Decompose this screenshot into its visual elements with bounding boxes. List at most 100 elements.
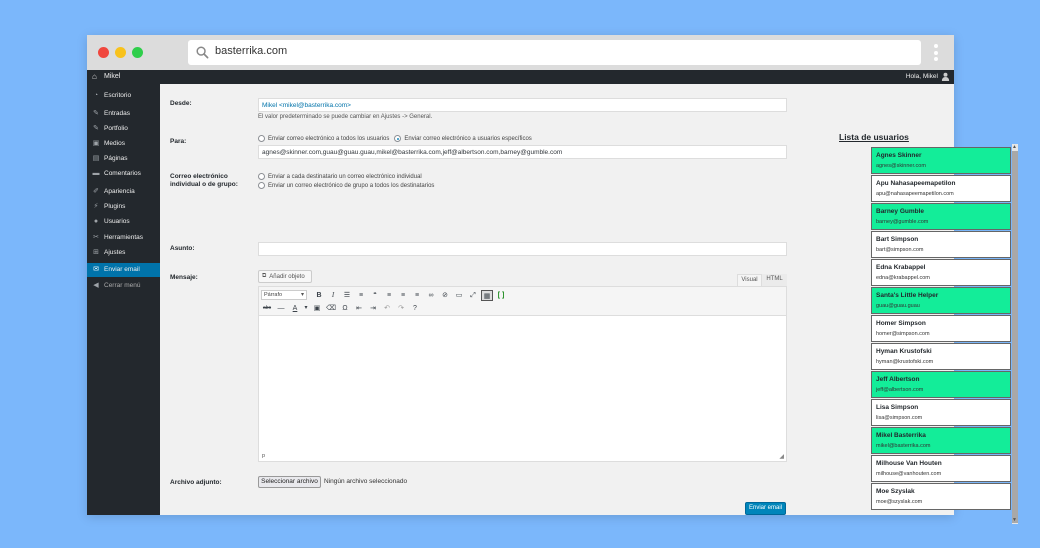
clear-format-icon[interactable]: ⌫ <box>325 303 337 314</box>
horizontal-line-icon[interactable]: — <box>275 303 287 314</box>
align-center-icon[interactable]: ≡ <box>397 290 409 301</box>
sidebar-item-paginas[interactable]: ▤ Páginas <box>87 152 160 166</box>
paste-text-icon[interactable]: ▣ <box>311 303 323 314</box>
user-card-hyman-krustofski[interactable]: Hyman Krustofski hyman@krustofski.com <box>871 343 1011 370</box>
user-card-bart-simpson[interactable]: Bart Simpson bart@simpson.com <box>871 231 1011 258</box>
user-card-moe-szyslak[interactable]: Moe Szyslak moe@szyslak.com <box>871 483 1011 510</box>
user-card-apu[interactable]: Apu Nahasapeemapetilon apu@nahasapeemape… <box>871 175 1011 202</box>
user-card-edna-krabappel[interactable]: Edna Krabappel edna@krabappel.com <box>871 259 1011 286</box>
message-editor[interactable]: Párrafo B I ☰ ≡ “ ≡ ≡ ≡ ∞ ⊘ ▭ ⤢ ▦ [ ] <box>258 286 787 462</box>
numbered-list-icon[interactable]: ≡ <box>355 290 367 301</box>
choose-file-button[interactable]: Seleccionar archivo <box>258 476 321 488</box>
greeting-link[interactable]: Hola, Mikel <box>906 73 938 80</box>
site-name-link[interactable]: Mikel <box>104 73 120 80</box>
user-list-scrollbar[interactable]: ▲ ▼ <box>1012 144 1018 524</box>
sidebar-item-enviar-email[interactable]: ✉ Enviar email <box>87 263 160 277</box>
bold-icon[interactable]: B <box>313 290 325 301</box>
sidebar-collapse-menu[interactable]: ◀ Cerrar menú <box>87 279 160 293</box>
undo-icon[interactable]: ↶ <box>381 303 393 314</box>
sidebar-item-entradas[interactable]: ✎ Entradas <box>87 107 160 121</box>
scroll-down-icon[interactable]: ▼ <box>1012 517 1017 523</box>
from-field[interactable]: Mikel <mikel@basterrika.com> <box>258 98 787 112</box>
help-icon[interactable]: ? <box>409 303 421 314</box>
user-card-milhouse-van-houten[interactable]: Milhouse Van Houten milhouse@vanhouten.c… <box>871 455 1011 482</box>
add-media-button[interactable]: ⧉ Añadir objeto <box>258 270 312 283</box>
home-icon[interactable]: ⌂ <box>92 72 97 81</box>
fullscreen-icon[interactable]: ⤢ <box>467 290 479 301</box>
chevron-down-icon[interactable]: ▾ <box>303 303 309 314</box>
user-email: milhouse@vanhouten.com <box>876 471 942 477</box>
user-name: Homer Simpson <box>876 320 926 327</box>
media-icon: ▣ <box>92 140 100 147</box>
blockquote-icon[interactable]: “ <box>369 290 381 301</box>
radio-all-users[interactable] <box>258 135 265 142</box>
sidebar-item-usuarios[interactable]: ● Usuarios <box>87 215 160 229</box>
text-color-icon[interactable]: A <box>289 303 301 314</box>
user-card-homer-simpson[interactable]: Homer Simpson homer@simpson.com <box>871 315 1011 342</box>
shortcode-icon[interactable]: [ ] <box>495 290 507 301</box>
close-window-button[interactable] <box>98 47 109 58</box>
strikethrough-icon[interactable]: abc <box>261 303 273 314</box>
mode-label-line1: Correo electrónico <box>170 173 228 180</box>
unlink-icon[interactable]: ⊘ <box>439 290 451 301</box>
send-email-button[interactable]: Enviar email <box>745 502 786 515</box>
radio-specific-users[interactable] <box>394 135 402 142</box>
format-select[interactable]: Párrafo <box>261 290 307 300</box>
tab-html[interactable]: HTML <box>762 274 787 286</box>
address-bar[interactable]: basterrika.com <box>188 40 921 65</box>
sidebar-item-portfolio[interactable]: ✎ Portfolio <box>87 122 160 136</box>
toolbar-toggle-icon[interactable]: ▦ <box>481 289 493 301</box>
user-card-lisa-simpson[interactable]: Lisa Simpson lisa@simpson.com <box>871 399 1011 426</box>
toolbar-row-2: abc — A ▾ ▣ ⌫ Ω ⇤ ⇥ ↶ ↷ ? <box>261 302 421 314</box>
user-name: Jeff Albertson <box>876 376 920 383</box>
recipients-field[interactable]: agnes@skinner.com,guau@guau.guau,mikel@b… <box>258 145 787 159</box>
read-more-icon[interactable]: ▭ <box>453 290 465 301</box>
user-card-barney-gumble[interactable]: Barney Gumble barney@gumble.com <box>871 203 1011 230</box>
sidebar-item-label: Usuarios <box>104 218 130 225</box>
sidebar-item-label: Plugins <box>104 203 126 210</box>
settings-icon: ⊞ <box>93 249 99 256</box>
italic-icon[interactable]: I <box>327 290 339 301</box>
align-left-icon[interactable]: ≡ <box>383 290 395 301</box>
user-card-jeff-albertson[interactable]: Jeff Albertson jeff@albertson.com <box>871 371 1011 398</box>
pin-icon: ✎ <box>93 125 99 132</box>
tab-visual[interactable]: Visual <box>737 274 762 286</box>
sidebar-item-medios[interactable]: ▣ Medios <box>87 137 160 151</box>
page-icon: ▤ <box>92 155 100 162</box>
user-card-mikel-basterrika[interactable]: Mikel Basterrika mikel@basterrika.com <box>871 427 1011 454</box>
admin-sidebar: ◔ Escritorio ✎ Entradas ✎ Portfolio ▣ Me… <box>87 84 160 515</box>
sidebar-item-comentarios[interactable]: ▬ Comentarios <box>87 167 160 181</box>
from-label: Desde: <box>170 100 192 107</box>
outdent-icon[interactable]: ⇤ <box>353 303 365 314</box>
scroll-up-icon[interactable]: ▲ <box>1012 144 1017 150</box>
user-card-santas-little-helper[interactable]: Santa's Little Helper guau@guau.guau <box>871 287 1011 314</box>
kebab-menu-icon[interactable] <box>934 44 938 61</box>
redo-icon[interactable]: ↷ <box>395 303 407 314</box>
wrench-icon: ✂ <box>93 234 99 241</box>
add-media-label: Añadir objeto <box>269 273 305 280</box>
user-email: edna@krabappel.com <box>876 275 930 281</box>
link-icon[interactable]: ∞ <box>425 290 437 301</box>
radio-individual[interactable] <box>258 173 265 180</box>
sidebar-item-apariencia[interactable]: ✐ Apariencia <box>87 185 160 199</box>
special-char-icon[interactable]: Ω <box>339 303 351 314</box>
maximize-window-button[interactable] <box>132 47 143 58</box>
scrollbar-thumb[interactable] <box>1012 151 1018 523</box>
sidebar-item-ajustes[interactable]: ⊞ Ajustes <box>87 246 160 260</box>
sidebar-item-plugins[interactable]: ⚡ Plugins <box>87 200 160 214</box>
subject-field[interactable] <box>258 242 787 256</box>
sidebar-item-herramientas[interactable]: ✂ Herramientas <box>87 231 160 245</box>
user-email: hyman@krustofski.com <box>876 359 934 365</box>
user-email: bart@simpson.com <box>876 247 924 253</box>
user-card-agnes-skinner[interactable]: Agnes Skinner agnes@skinner.com <box>871 147 1011 174</box>
user-avatar-icon[interactable] <box>941 72 950 81</box>
radio-group[interactable] <box>258 182 265 189</box>
user-name: Apu Nahasapeemapetilon <box>876 180 956 187</box>
sidebar-item-escritorio[interactable]: ◔ Escritorio <box>87 89 160 103</box>
resize-handle-icon[interactable]: ◢ <box>779 453 784 460</box>
email-icon: ✉ <box>93 266 99 273</box>
bullet-list-icon[interactable]: ☰ <box>341 290 353 301</box>
indent-icon[interactable]: ⇥ <box>367 303 379 314</box>
align-right-icon[interactable]: ≡ <box>411 290 423 301</box>
minimize-window-button[interactable] <box>115 47 126 58</box>
